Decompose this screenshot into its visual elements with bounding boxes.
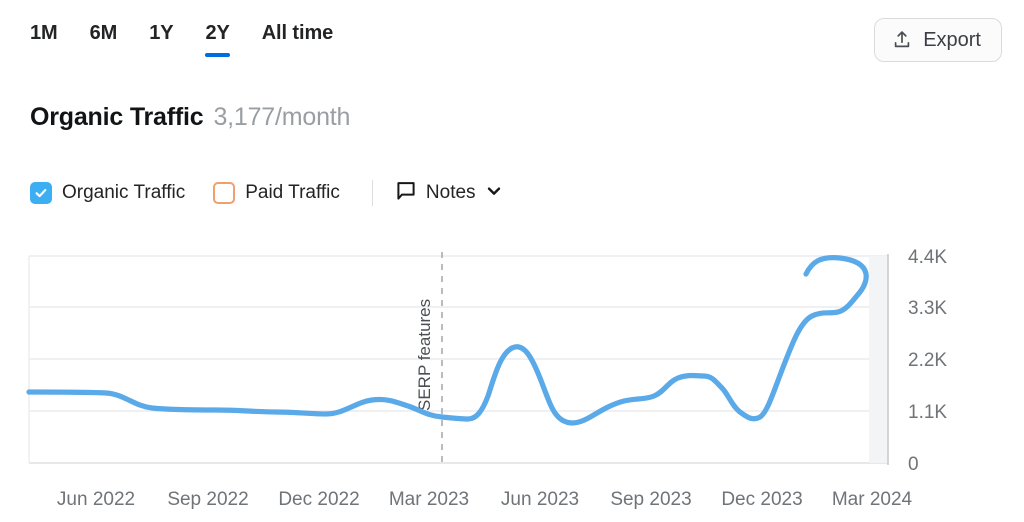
tab-6m[interactable]: 6M	[90, 22, 118, 57]
x-tick-7: Mar 2024	[831, 489, 913, 510]
x-tick-0: Jun 2022	[56, 489, 136, 510]
x-tick-2: Dec 2022	[278, 489, 360, 510]
upload-icon	[891, 29, 913, 51]
tab-2y[interactable]: 2Y	[205, 22, 230, 57]
organic-traffic-line	[26, 255, 869, 426]
export-label: Export	[923, 28, 981, 51]
legend-item-paid-traffic[interactable]: Paid Traffic	[213, 182, 340, 204]
notes-label: Notes	[425, 182, 476, 203]
tab-1m[interactable]: 1M	[30, 22, 58, 57]
paid-traffic-checkbox[interactable]	[213, 182, 236, 204]
export-button[interactable]: Export	[874, 18, 1002, 62]
chart-partial-period-band	[869, 254, 889, 465]
organic-traffic-checkbox[interactable]	[30, 182, 52, 204]
organic-traffic-chart[interactable]: SERP features 4.4K 3.3K 2.2K 1.1K 0 Jun …	[0, 236, 1024, 522]
notes-dropdown[interactable]: Notes	[395, 180, 503, 207]
x-tick-3: Mar 2023	[388, 489, 470, 510]
metric-value: 3,177/month	[213, 103, 351, 131]
chart-svg: SERP features	[26, 252, 889, 468]
note-bubble-icon	[395, 180, 417, 207]
chart-legend: Organic Traffic Paid Traffic Notes	[30, 178, 503, 208]
period-tab-list: 1M 6M 1Y 2Y All time	[30, 22, 333, 57]
serp-features-label: SERP features	[415, 299, 434, 411]
x-tick-6: Dec 2023	[721, 489, 803, 510]
chart-gridlines	[29, 255, 888, 464]
metric-header: Organic Traffic 3,177/month	[30, 103, 350, 132]
chevron-down-icon[interactable]	[485, 182, 503, 205]
organic-traffic-label: Organic Traffic	[62, 182, 186, 203]
chart-x-axis-labels: Jun 2022 Sep 2022 Dec 2022 Mar 2023 Jun …	[0, 489, 1024, 519]
legend-divider	[371, 180, 373, 206]
page-title: Organic Traffic	[30, 103, 204, 131]
legend-item-organic-traffic[interactable]: Organic Traffic	[30, 182, 185, 204]
x-tick-1: Sep 2022	[167, 489, 249, 510]
x-tick-4: Jun 2023	[500, 489, 580, 510]
chart-toolbar: 1M 6M 1Y 2Y All time Export	[0, 0, 1024, 82]
tab-1y[interactable]: 1Y	[149, 22, 173, 57]
paid-traffic-label: Paid Traffic	[245, 182, 340, 203]
tab-all-time[interactable]: All time	[262, 22, 334, 57]
x-tick-5: Sep 2023	[610, 489, 692, 510]
serp-features-marker[interactable]: SERP features	[415, 252, 443, 468]
